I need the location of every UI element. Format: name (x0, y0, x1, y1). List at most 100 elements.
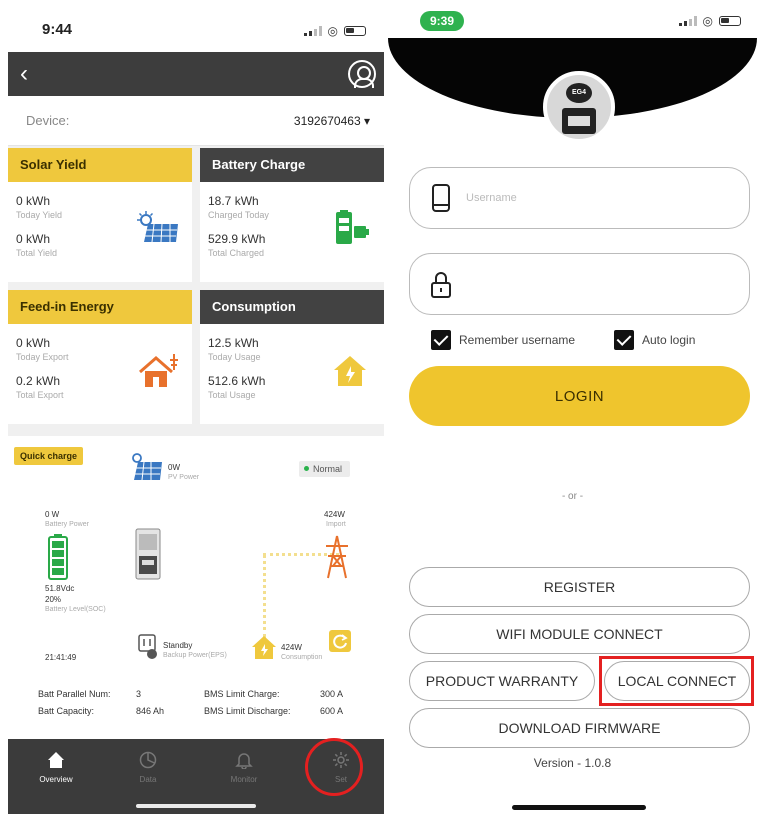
quick-charge-button[interactable]: Quick charge (14, 447, 84, 465)
login-screen: 9:39 ◎ EG4 Remember username Auto login (388, 0, 757, 814)
local-connect-highlight-annotation (599, 656, 754, 706)
grid-import-value: 424W (324, 510, 345, 519)
consumption-flow-line (263, 554, 266, 638)
battery-level-icon (48, 534, 68, 580)
tab-monitor[interactable]: Monitor (214, 751, 274, 784)
bms-discharge-label: BMS Limit Discharge: (204, 706, 291, 716)
solar-yield-card: Solar Yield 0 kWh Today Yield 0 kWh Tota… (8, 148, 192, 282)
pv-power-value: 0W (168, 463, 180, 472)
today-usage-value: 12.5 kWh (208, 336, 259, 350)
logo-text: EG4 (566, 83, 592, 103)
device-selector[interactable]: Device: 3192670463 ▾ (8, 96, 384, 146)
tab-label: Overview (39, 775, 73, 784)
today-yield-value: 0 kWh (16, 194, 51, 208)
bell-icon (235, 753, 253, 769)
auto-login-checkbox[interactable]: Auto login (614, 330, 695, 350)
checkbox-checked-icon (614, 330, 634, 350)
battery-charging-icon (336, 210, 369, 244)
wifi-module-connect-button[interactable]: WIFI MODULE CONNECT (409, 614, 750, 654)
inverter-icon (135, 528, 161, 580)
wifi-icon: ◎ (702, 14, 713, 28)
login-button[interactable]: LOGIN (409, 366, 750, 426)
password-field[interactable] (409, 253, 750, 315)
back-icon[interactable]: ‹ (20, 60, 28, 88)
battery-soc-value: 20% (45, 595, 62, 604)
phone-icon (432, 184, 450, 212)
charged-today-label: Charged Today (208, 210, 269, 220)
energy-flow-panel: Quick charge Normal 0W PV Power 0 W Batt… (8, 436, 384, 746)
bms-charge-value: 300 A (320, 689, 344, 699)
house-export-icon (139, 354, 178, 387)
total-export-label: Total Export (16, 390, 64, 400)
device-label: Device: (26, 113, 70, 128)
register-button[interactable]: REGISTER (409, 567, 750, 607)
today-export-value: 0 kWh (16, 336, 51, 350)
batt-capacity-label: Batt Capacity: (38, 706, 95, 716)
consumption-card: Consumption 12.5 kWh Today Usage 512.6 k… (200, 290, 384, 424)
pie-chart-icon (139, 751, 157, 769)
battery-status-icon (344, 26, 366, 36)
today-export-label: Today Export (16, 352, 69, 362)
tab-data[interactable]: Data (118, 751, 178, 784)
tab-label: Monitor (230, 775, 258, 784)
user-account-icon[interactable] (348, 60, 376, 88)
or-divider: - or - (561, 491, 584, 502)
today-yield-label: Today Yield (16, 210, 63, 220)
tab-overview[interactable]: Overview (26, 751, 86, 784)
cellular-signal-icon (303, 26, 322, 36)
card-title: Consumption (200, 290, 384, 324)
battery-power-value: 0 W (45, 510, 60, 519)
refresh-icon[interactable] (329, 630, 351, 652)
remember-username-checkbox[interactable]: Remember username (431, 330, 575, 350)
total-yield-value: 0 kWh (16, 232, 51, 246)
batt-parallel-label: Batt Parallel Num: (38, 689, 111, 699)
backup-power-icon (138, 634, 157, 659)
download-firmware-button[interactable]: DOWNLOAD FIRMWARE (409, 708, 750, 748)
battery-power-label: Battery Power (45, 521, 89, 528)
status-icons: ◎ (678, 14, 741, 28)
today-usage-label: Today Usage (208, 352, 261, 362)
device-dropdown[interactable]: 3192670463 ▾ (294, 114, 370, 128)
total-usage-label: Total Usage (208, 390, 256, 400)
grid-import-label: Import (326, 521, 346, 528)
remember-username-label: Remember username (459, 333, 576, 347)
app-version: Version - 1.0.8 (533, 756, 612, 770)
product-warranty-button[interactable]: PRODUCT WARRANTY (409, 661, 595, 701)
backup-power-label: Backup Power(EPS) (163, 652, 227, 659)
username-field[interactable] (409, 167, 750, 229)
system-status-badge: Normal (298, 461, 350, 477)
pv-solar-icon (132, 453, 162, 481)
tab-label: Data (139, 775, 157, 784)
solar-panel-icon (137, 211, 178, 243)
home-icon (48, 752, 64, 768)
flow-timestamp: 21:41:49 (45, 653, 77, 662)
auto-login-label: Auto login (642, 333, 696, 347)
home-indicator (136, 804, 256, 808)
batt-parallel-value: 3 (136, 689, 142, 699)
wifi-icon: ◎ (327, 24, 338, 38)
home-indicator (512, 805, 646, 810)
set-tab-highlight-annotation (305, 738, 363, 796)
total-charged-label: Total Charged (208, 248, 265, 258)
brand-logo: EG4 (543, 71, 615, 143)
status-time: 9:39 (420, 11, 465, 31)
username-input[interactable] (466, 186, 726, 210)
feed-in-energy-card: Feed-in Energy 0 kWh Today Export 0.2 kW… (8, 290, 192, 424)
batt-capacity-value: 846 Ah (136, 706, 165, 716)
total-charged-value: 529.9 kWh (208, 232, 266, 246)
bms-charge-label: BMS Limit Charge: (204, 689, 280, 699)
total-yield-label: Total Yield (16, 248, 58, 258)
top-nav-bar: ‹ (8, 52, 384, 96)
total-usage-value: 512.6 kWh (208, 374, 266, 388)
pv-power-label: PV Power (168, 474, 200, 481)
total-export-value: 0.2 kWh (16, 374, 61, 388)
password-input[interactable] (466, 272, 726, 296)
home-load-icon (252, 636, 276, 659)
charged-today-value: 18.7 kWh (208, 194, 259, 208)
overview-screen: 9:44 ◎ ‹ Device: 3192670463 ▾ Solar Yiel… (8, 8, 384, 814)
battery-voltage-value: 51.8Vdc (45, 584, 75, 593)
card-title: Feed-in Energy (8, 290, 192, 324)
lock-icon (431, 272, 451, 298)
consumption-power-value: 424W (281, 643, 302, 652)
card-title: Battery Charge (200, 148, 384, 182)
